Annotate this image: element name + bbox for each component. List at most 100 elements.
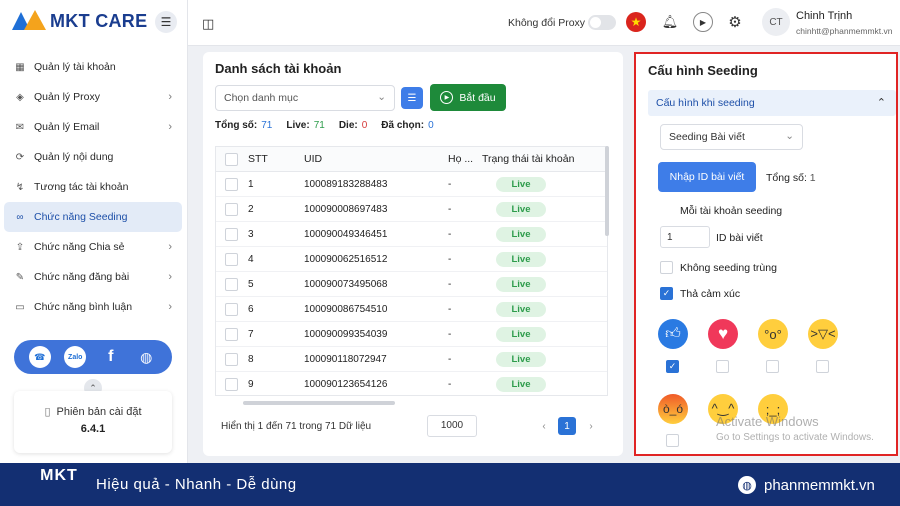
- row-checkbox[interactable]: [224, 177, 238, 191]
- prev-page-icon[interactable]: ‹: [535, 417, 553, 435]
- facebook-icon[interactable]: f: [100, 346, 122, 368]
- row-checkbox[interactable]: [224, 202, 238, 216]
- sidebar-item-accounts[interactable]: ▦ Quản lý tài khoản: [4, 52, 182, 82]
- row-checkbox[interactable]: [224, 227, 238, 241]
- vertical-scrollbar[interactable]: [605, 146, 609, 236]
- hamburger-icon[interactable]: ☰: [155, 11, 177, 33]
- version-icon: ▯: [44, 406, 51, 418]
- avatar[interactable]: CT: [762, 8, 790, 36]
- thumbs-up-icon[interactable]: 👍︎: [658, 319, 688, 349]
- sidebar-item-proxy[interactable]: ◈ Quản lý Proxy ›: [4, 82, 182, 112]
- seeding-section-header[interactable]: Cấu hình khi seeding ⌃: [648, 90, 896, 116]
- haha-checkbox[interactable]: [816, 360, 829, 373]
- page-button-current[interactable]: 1: [558, 417, 576, 435]
- table-row[interactable]: 5 100090073495068 - Live: [216, 272, 607, 297]
- app-logo[interactable]: MKT CARE: [12, 10, 147, 32]
- category-select[interactable]: Chọn danh mục ⌄: [215, 85, 395, 111]
- filter-button[interactable]: ☰: [401, 87, 423, 109]
- table-row[interactable]: 8 100090118072947 - Live: [216, 347, 607, 372]
- table-row[interactable]: 7 100090099354039 - Live: [216, 322, 607, 347]
- globe-icon[interactable]: ◍: [135, 346, 157, 368]
- select-all-checkbox[interactable]: [224, 152, 238, 166]
- mail-icon: ✉: [15, 121, 25, 133]
- angry-face-icon[interactable]: ò_ó: [658, 394, 688, 424]
- post-id-count-input[interactable]: 1: [660, 226, 710, 248]
- live-label: Live:: [286, 120, 310, 131]
- table-row[interactable]: 3 100090049346451 - Live: [216, 222, 607, 247]
- column-uid[interactable]: UID: [304, 153, 448, 165]
- sidebar-item-label: Quản lý Proxy: [34, 91, 100, 103]
- page-size-input[interactable]: 1000: [427, 415, 477, 437]
- column-ho[interactable]: Họ ...: [448, 153, 482, 165]
- sidebar-item-seeding[interactable]: ∞ Chức năng Seeding: [4, 202, 182, 232]
- sidebar-item-content[interactable]: ⟳ Quản lý nội dung: [4, 142, 182, 172]
- filter-icon: ☰: [407, 92, 417, 104]
- globe-icon: ◍: [738, 476, 756, 494]
- post-total-value: 1: [809, 172, 816, 184]
- play-icon[interactable]: ▶: [693, 12, 713, 32]
- like-checkbox[interactable]: ✓: [666, 360, 679, 373]
- seeding-config-title: Cấu hình Seeding: [648, 63, 758, 78]
- sidebar-item-label: Chức năng bình luận: [34, 301, 133, 313]
- chevron-right-icon: ›: [168, 241, 172, 253]
- sidebar-item-post[interactable]: ✎ Chức năng đăng bài ›: [4, 262, 182, 292]
- reaction-row[interactable]: ✓ Thả cảm xúc: [660, 287, 740, 300]
- haha-face-icon[interactable]: >▽<: [808, 319, 838, 349]
- row-checkbox[interactable]: [224, 277, 238, 291]
- table-row[interactable]: 2 100090008697483 - Live: [216, 197, 607, 222]
- chevron-up-icon: ⌃: [876, 97, 886, 109]
- comment-icon: ▭: [15, 301, 25, 313]
- sidebar-item-email[interactable]: ✉ Quản lý Email ›: [4, 112, 182, 142]
- heart-icon[interactable]: ♥: [708, 319, 738, 349]
- zalo-icon[interactable]: Zalo: [64, 346, 87, 368]
- no-duplicate-checkbox[interactable]: [660, 261, 673, 274]
- row-checkbox[interactable]: [224, 252, 238, 266]
- row-checkbox[interactable]: [224, 327, 238, 341]
- layout-icon[interactable]: ◫: [202, 16, 214, 32]
- sidebar-item-label: Chức năng đăng bài: [34, 271, 130, 283]
- support-icon[interactable]: ☎: [28, 346, 51, 368]
- grid-icon: ▦: [15, 61, 25, 73]
- reaction-checkbox[interactable]: ✓: [660, 287, 673, 300]
- wow-face-icon[interactable]: °o°: [758, 319, 788, 349]
- cell-ho: -: [448, 178, 452, 190]
- seeding-section-label: Cấu hình khi seeding: [656, 97, 755, 109]
- vietnam-flag-icon[interactable]: ★: [626, 12, 646, 32]
- bell-icon[interactable]: 🔔︎: [660, 12, 680, 32]
- sidebar-item-interaction[interactable]: ↯ Tương tác tài khoản: [4, 172, 182, 202]
- cell-uid: 100089183288483: [304, 178, 388, 190]
- table-row[interactable]: 6 100090086754510 - Live: [216, 297, 607, 322]
- proxy-toggle[interactable]: [588, 15, 616, 30]
- next-page-icon[interactable]: ›: [582, 417, 600, 435]
- table-row[interactable]: 9 100090123654126 - Live: [216, 372, 607, 395]
- cell-stt: 9: [248, 378, 254, 390]
- import-post-id-button[interactable]: Nhập ID bài viết: [658, 162, 756, 192]
- banner-logo: MKT: [38, 467, 80, 501]
- angry-checkbox[interactable]: [666, 434, 679, 447]
- horizontal-scrollbar[interactable]: [243, 401, 395, 405]
- sidebar-item-share[interactable]: ⇪ Chức năng Chia sẻ ›: [4, 232, 182, 262]
- cell-stt: 2: [248, 203, 254, 215]
- row-checkbox[interactable]: [224, 302, 238, 316]
- cell-stt: 4: [248, 253, 254, 265]
- post-id-label: ID bài viết: [716, 232, 763, 244]
- column-stt[interactable]: STT: [246, 153, 304, 165]
- post-type-value: Seeding Bài viết: [669, 131, 745, 143]
- activate-windows-title: Activate Windows: [716, 414, 819, 429]
- post-type-select[interactable]: Seeding Bài viết ⌄: [660, 124, 803, 150]
- no-duplicate-row[interactable]: Không seeding trùng: [660, 261, 777, 274]
- row-checkbox[interactable]: [224, 377, 238, 391]
- column-status[interactable]: Trạng thái tài khoản: [482, 153, 600, 165]
- table-row[interactable]: 1 100089183288483 - Live: [216, 172, 607, 197]
- banner-website[interactable]: ◍ phanmemmkt.vn: [738, 476, 875, 494]
- cell-ho: -: [448, 278, 452, 290]
- layers-icon: ◈: [16, 91, 24, 103]
- start-button[interactable]: ▶ Bắt đầu: [430, 84, 506, 111]
- table-row[interactable]: 4 100090062516512 - Live: [216, 247, 607, 272]
- sidebar-item-comment[interactable]: ▭ Chức năng bình luận ›: [4, 292, 182, 322]
- row-checkbox[interactable]: [224, 352, 238, 366]
- wow-checkbox[interactable]: [766, 360, 779, 373]
- love-checkbox[interactable]: [716, 360, 729, 373]
- per-account-label: Mỗi tài khoản seeding: [680, 205, 783, 217]
- gear-icon[interactable]: ⚙: [725, 12, 745, 32]
